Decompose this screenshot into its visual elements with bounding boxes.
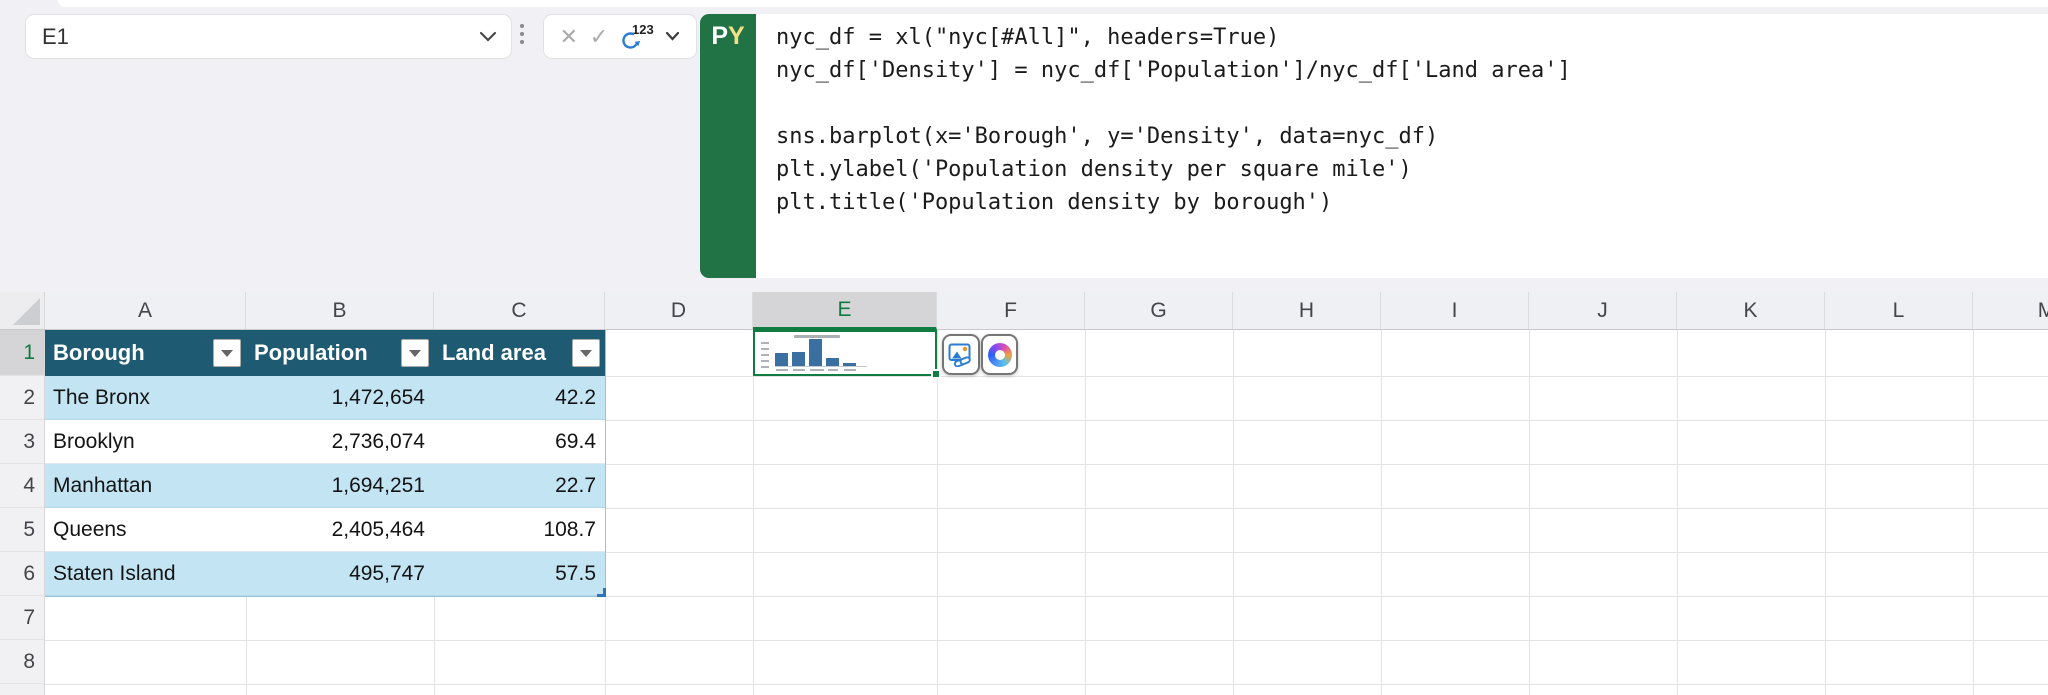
column-header-L[interactable]: L xyxy=(1825,292,1973,329)
filter-arrow-icon xyxy=(221,349,233,357)
select-all-triangle-icon xyxy=(13,298,40,325)
name-box-value: E1 xyxy=(42,23,69,49)
python-output-type-icon[interactable]: 123 xyxy=(620,22,654,52)
fill-handle[interactable] xyxy=(931,369,941,379)
table-header-label: Borough xyxy=(53,340,145,365)
formula-bar-splitter[interactable] xyxy=(520,24,524,44)
formula-bar-editor[interactable]: nyc_df = xl("nyc[#All]", headers=True) n… xyxy=(756,14,2048,278)
cell-land-area[interactable]: 108.7 xyxy=(434,508,605,552)
code-line: plt.title('Population density by borough… xyxy=(776,190,1333,215)
row-header-8[interactable]: 8 xyxy=(0,640,45,684)
column-header-C[interactable]: C xyxy=(434,292,605,329)
cell-borough[interactable]: Brooklyn xyxy=(45,420,246,464)
copilot-icon xyxy=(987,342,1012,367)
code-line: plt.ylabel('Population density per squar… xyxy=(776,157,1412,182)
column-header-E[interactable]: E xyxy=(753,292,937,330)
cell-land-area[interactable]: 57.5 xyxy=(434,552,605,596)
filter-arrow-icon xyxy=(409,349,421,357)
column-header-D[interactable]: D xyxy=(605,292,753,329)
cell-land-area[interactable]: 22.7 xyxy=(434,464,605,508)
cell-population[interactable]: 495,747 xyxy=(246,552,434,596)
gridline xyxy=(45,640,2048,641)
name-box[interactable]: E1 xyxy=(25,14,512,59)
column-header-F[interactable]: F xyxy=(937,292,1085,329)
python-badge: PY xyxy=(700,14,756,278)
copilot-button[interactable] xyxy=(981,334,1018,375)
cancel-button[interactable]: ✕ xyxy=(560,25,578,48)
column-header-G[interactable]: G xyxy=(1085,292,1233,329)
formula-toolbar: ✕ ✓ 123 xyxy=(543,14,697,59)
python-chart-thumbnail xyxy=(758,333,876,372)
row-header-1[interactable]: 1 xyxy=(0,330,45,376)
row-header-5[interactable]: 5 xyxy=(0,508,45,552)
code-line: nyc_df = xl("nyc[#All]", headers=True) xyxy=(776,25,1280,50)
table-header-borough[interactable]: Borough xyxy=(45,330,246,376)
chevron-down-icon[interactable] xyxy=(479,31,497,42)
table-resize-handle[interactable] xyxy=(597,588,606,597)
row-header-3[interactable]: 3 xyxy=(0,420,45,464)
column-header-A[interactable]: A xyxy=(45,292,246,329)
table-header-label: Land area xyxy=(442,340,546,365)
cell-borough[interactable]: Queens xyxy=(45,508,246,552)
mini-bar xyxy=(775,353,788,366)
column-header-J[interactable]: J xyxy=(1529,292,1677,329)
cell-population[interactable]: 2,405,464 xyxy=(246,508,434,552)
cell-population[interactable]: 1,694,251 xyxy=(246,464,434,508)
mini-bar xyxy=(843,363,856,366)
ribbon-bottom-edge xyxy=(58,0,2048,7)
thumbnail-bars xyxy=(775,338,867,367)
column-header-K[interactable]: K xyxy=(1677,292,1825,329)
table-header-label: Population xyxy=(254,340,368,365)
mini-bar xyxy=(809,339,822,366)
table-row: Queens 2,405,464 108.7 xyxy=(45,508,605,552)
cell-borough[interactable]: The Bronx xyxy=(45,376,246,420)
mini-bar xyxy=(792,352,805,366)
row-header-9[interactable]: 9 xyxy=(0,684,45,695)
table-row: Manhattan 1,694,251 22.7 xyxy=(45,464,605,508)
code-line: sns.barplot(x='Borough', y='Density', da… xyxy=(776,124,1439,149)
column-header-B[interactable]: B xyxy=(246,292,434,329)
cell-land-area[interactable]: 42.2 xyxy=(434,376,605,420)
excel-window: E1 ✕ ✓ 123 PY nyc_df = xl("nyc[#All]", h… xyxy=(0,0,2048,695)
output-type-chevron-icon[interactable] xyxy=(665,28,680,46)
display-plot-over-cells-button[interactable] xyxy=(942,334,980,375)
selected-cell-e1[interactable] xyxy=(753,330,937,376)
filter-arrow-icon xyxy=(580,349,592,357)
column-header-strip: ABCDEFGHIJKLM xyxy=(0,292,2048,330)
table-header-population[interactable]: Population xyxy=(246,330,434,376)
row-header-6[interactable]: 6 xyxy=(0,552,45,596)
row-header-4[interactable]: 4 xyxy=(0,464,45,508)
cell-population[interactable]: 2,736,074 xyxy=(246,420,434,464)
table-row: The Bronx 1,472,654 42.2 xyxy=(45,376,605,420)
column-header-H[interactable]: H xyxy=(1233,292,1381,329)
mini-bar xyxy=(826,358,839,366)
column-header-M[interactable]: M xyxy=(1973,292,2048,329)
row-header-2[interactable]: 2 xyxy=(0,376,45,420)
nyc-table: Borough Population Land area The Bronx 1… xyxy=(45,330,606,597)
filter-button-borough[interactable] xyxy=(213,339,241,367)
picture-link-icon xyxy=(948,343,971,367)
table-row: Staten Island 495,747 57.5 xyxy=(45,552,605,596)
gridline xyxy=(45,684,2048,685)
cell-borough[interactable]: Manhattan xyxy=(45,464,246,508)
table-header-row: Borough Population Land area xyxy=(45,330,605,376)
column-header-I[interactable]: I xyxy=(1381,292,1529,329)
table-header-land-area[interactable]: Land area xyxy=(434,330,605,376)
cell-land-area[interactable]: 69.4 xyxy=(434,420,605,464)
select-all-corner[interactable] xyxy=(0,292,45,329)
row-header-7[interactable]: 7 xyxy=(0,596,45,640)
filter-button-population[interactable] xyxy=(401,339,429,367)
table-row: Brooklyn 2,736,074 69.4 xyxy=(45,420,605,464)
code-line: nyc_df['Density'] = nyc_df['Population']… xyxy=(776,58,1571,83)
cell-population[interactable]: 1,472,654 xyxy=(246,376,434,420)
enter-button[interactable]: ✓ xyxy=(590,25,608,48)
python-badge-p: P xyxy=(711,22,728,50)
python-badge-y: Y xyxy=(728,22,745,50)
filter-button-land-area[interactable] xyxy=(572,339,600,367)
cell-borough[interactable]: Staten Island xyxy=(45,552,246,596)
